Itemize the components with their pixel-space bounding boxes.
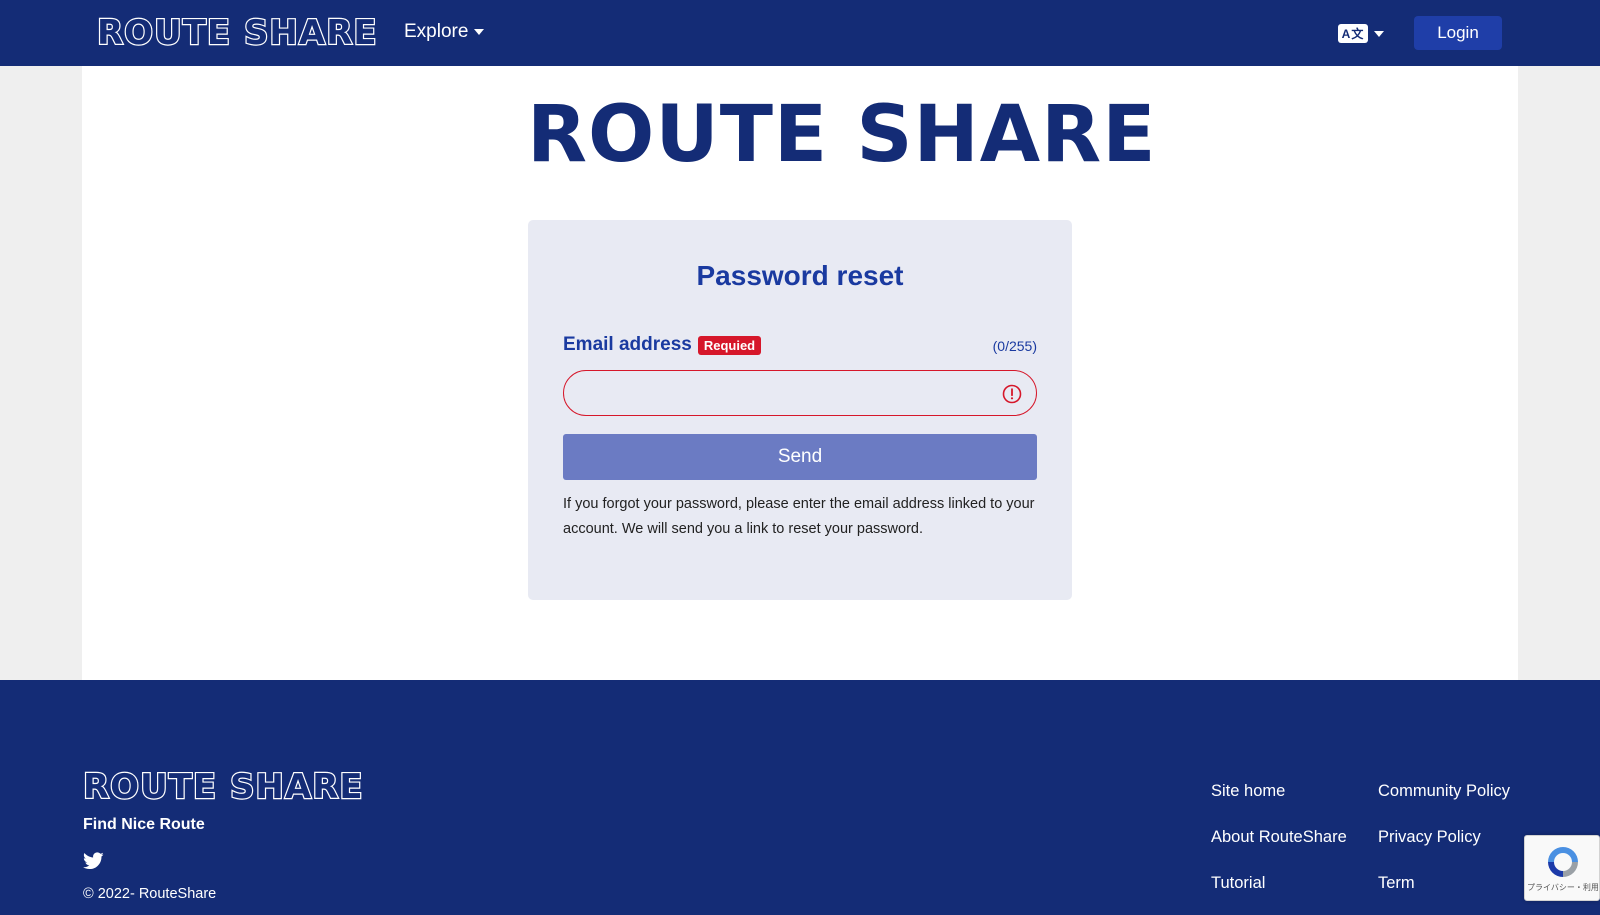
- footer-link-tutorial[interactable]: Tutorial: [1211, 874, 1265, 893]
- character-counter: (0/255): [992, 338, 1037, 354]
- footer-tagline: Find Nice Route: [83, 816, 205, 833]
- chevron-down-icon: [1374, 30, 1384, 37]
- password-reset-card: Password reset Email address Requied (0/…: [528, 220, 1072, 600]
- footer-logo: ROUTE SHARE: [82, 767, 364, 807]
- language-switcher[interactable]: A文: [1338, 24, 1384, 43]
- email-label: Email address: [563, 334, 692, 355]
- top-navbar: ROUTE SHARE Explore A文 Login: [0, 0, 1600, 66]
- recaptcha-icon: [1548, 847, 1578, 877]
- required-badge: Requied: [697, 335, 762, 355]
- twitter-icon[interactable]: [83, 852, 104, 870]
- footer-link-privacy-policy[interactable]: Privacy Policy: [1378, 828, 1481, 847]
- login-button[interactable]: Login: [1414, 16, 1502, 50]
- translate-icon-text: A文: [1341, 27, 1365, 41]
- site-footer: ROUTE SHARE Find Nice Route © 2022- Rout…: [0, 680, 1600, 915]
- copyright: © 2022- RouteShare: [83, 886, 217, 902]
- send-button[interactable]: Send: [563, 434, 1037, 480]
- alert-circle-icon: [1002, 384, 1022, 404]
- explore-menu[interactable]: Explore: [404, 21, 485, 43]
- hero-logo-text: ROUTE SHARE: [527, 90, 1157, 180]
- explore-label: Explore: [404, 21, 469, 42]
- footer-link-about[interactable]: About RouteShare: [1211, 828, 1347, 847]
- main-content: ROUTE SHARE Password reset Email address…: [82, 66, 1518, 680]
- chevron-down-icon: [474, 29, 485, 35]
- recaptcha-terms-text: プライバシー・利用規約: [1527, 883, 1599, 892]
- recaptcha-badge[interactable]: プライバシー・利用規約: [1524, 835, 1600, 901]
- footer-logo-text: ROUTE SHARE: [82, 767, 364, 807]
- page-title: Password reset: [696, 260, 904, 291]
- translate-icon: A文: [1338, 24, 1368, 43]
- email-label-row: Email address Requied: [563, 334, 762, 356]
- email-field[interactable]: [564, 371, 1036, 415]
- footer-link-community-policy[interactable]: Community Policy: [1378, 782, 1510, 801]
- site-logo-text: ROUTE SHARE: [96, 13, 378, 53]
- help-text: If you forgot your password, please ente…: [563, 496, 1035, 537]
- footer-link-term[interactable]: Term: [1378, 874, 1415, 893]
- site-logo[interactable]: ROUTE SHARE: [96, 13, 378, 53]
- footer-link-site-home[interactable]: Site home: [1211, 782, 1285, 801]
- hero-logo: ROUTE SHARE: [527, 90, 1157, 180]
- email-field-wrapper: [563, 370, 1037, 416]
